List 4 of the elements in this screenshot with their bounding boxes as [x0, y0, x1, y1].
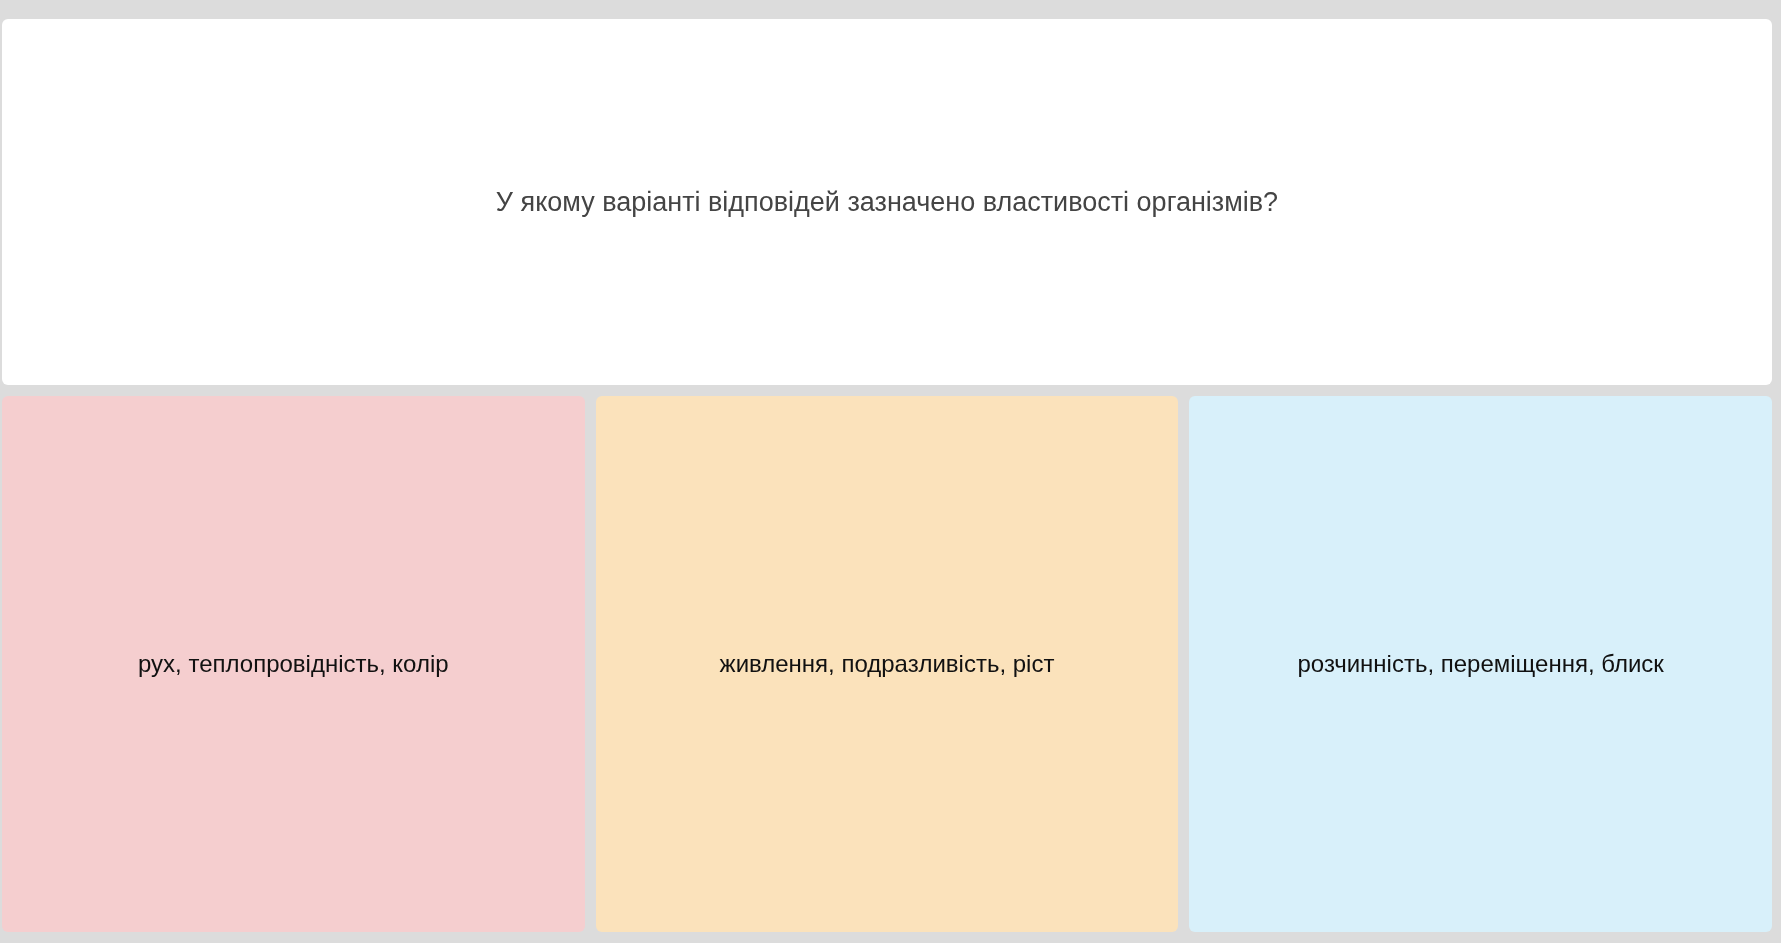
answer-option[interactable]: живлення, подразливість, ріст: [595, 396, 1179, 932]
answer-option[interactable]: розчинність, переміщення, блиск: [1189, 396, 1772, 932]
answer-option[interactable]: рух, теплопровідність, колір: [2, 396, 585, 932]
question-text: У якому варіанті відповідей зазначено властивості організмів?: [495, 186, 1279, 218]
